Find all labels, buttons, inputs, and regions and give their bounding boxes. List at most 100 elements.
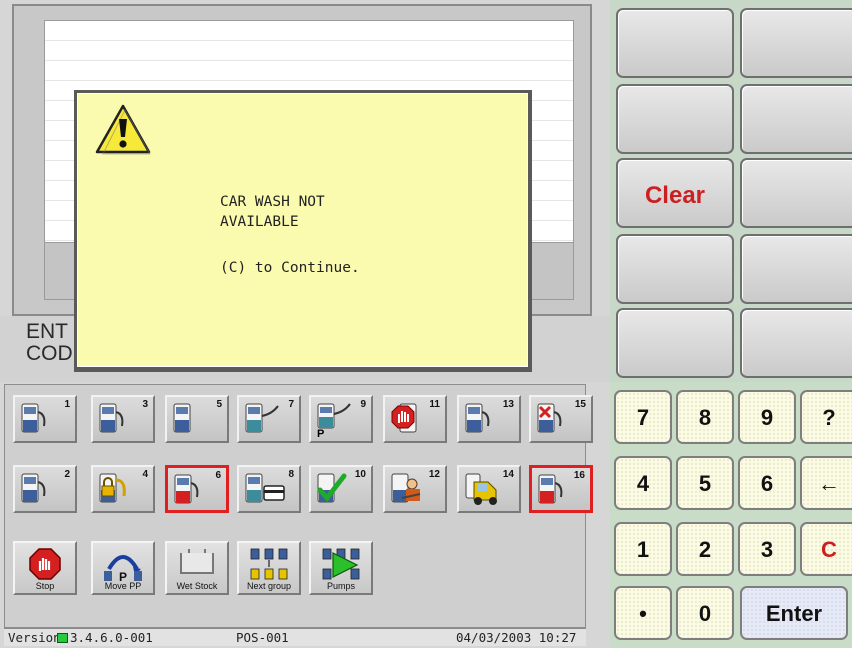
pump-number: 3 (142, 399, 148, 410)
terminal-id: POS-001 (236, 630, 289, 645)
pump-13-button[interactable]: 13 (457, 395, 521, 443)
fuel-pump-icon (465, 403, 490, 433)
function-key-10[interactable] (740, 308, 852, 378)
key-label: 3 (760, 537, 774, 562)
pump-3-button[interactable]: 3 (91, 395, 155, 443)
function-key-8[interactable] (740, 234, 852, 304)
next-group-label: Next group (246, 581, 292, 591)
pump-error-icon (537, 403, 562, 433)
pump-4-button[interactable]: 4 (91, 465, 155, 513)
key-label: Enter (765, 601, 823, 626)
backspace-arrow-icon: ← (818, 471, 840, 496)
connection-status-icon (57, 633, 68, 643)
pumps-label: Pumps (326, 581, 355, 591)
wet-stock-label: Wet Stock (176, 581, 218, 591)
key-label: ? (822, 405, 836, 430)
function-key-4[interactable] (740, 84, 852, 154)
pump-12-button[interactable]: 12 (383, 465, 447, 513)
pump-number: 7 (288, 399, 294, 410)
pump-number: 8 (288, 469, 294, 480)
dialog-body: CAR WASH NOT AVAILABLE (C) to Continue. (77, 93, 528, 367)
function-key-3[interactable] (616, 84, 734, 154)
pump-number: 14 (502, 469, 514, 480)
wet-stock-button[interactable]: Wet Stock (165, 541, 229, 595)
dialog-message-line-1: CAR WASH NOT (220, 194, 325, 210)
pos-main-area: ENT COD CAR WASH NOT AVAILABLE (C) to Co… (0, 0, 610, 648)
nozzle-lifted-icon (245, 403, 279, 433)
card-payment-icon (245, 473, 285, 503)
pump-number: 4 (142, 469, 148, 480)
fuel-pump-icon (538, 474, 563, 504)
pump-8-button[interactable]: 8 (237, 465, 301, 513)
key-5[interactable]: 5 (676, 456, 734, 510)
key-8[interactable]: 8 (676, 390, 734, 444)
move-pp-label: Move PP (104, 581, 142, 591)
move-pp-button[interactable]: P Move PP (91, 541, 155, 595)
pump-number: 16 (573, 470, 585, 481)
function-key-7[interactable] (616, 234, 734, 304)
key-help[interactable]: ? (800, 390, 852, 444)
move-prepay-icon: P (104, 555, 142, 583)
pump-group-icon (250, 548, 288, 580)
version-number: 3.4.6.0-001 (70, 630, 153, 645)
key-label: 1 (636, 537, 650, 562)
key-9[interactable]: 9 (738, 390, 796, 444)
locked-pump-icon (99, 473, 126, 503)
stop-sign-icon (29, 548, 61, 580)
stop-button[interactable]: Stop (13, 541, 77, 595)
fuel-pump-icon (21, 473, 46, 503)
status-datetime: 04/03/2003 10:27 (456, 630, 577, 645)
pump-16-button[interactable]: 16 (529, 465, 593, 513)
pump-7-button[interactable]: 7 (237, 395, 301, 443)
key-0[interactable]: 0 (676, 586, 734, 640)
service-technician-icon (391, 473, 421, 503)
pump-5-button[interactable]: 5 (165, 395, 229, 443)
pump-2-button[interactable]: 2 (13, 465, 77, 513)
function-key-9[interactable] (616, 308, 734, 378)
key-label: 8 (698, 405, 712, 430)
key-label: 6 (760, 471, 774, 496)
key-1[interactable]: 1 (614, 522, 672, 576)
pump-number: 11 (429, 399, 440, 410)
function-key-6[interactable] (740, 158, 852, 228)
warning-icon (95, 104, 151, 155)
pump-14-button[interactable]: 14 (457, 465, 521, 513)
enter-key[interactable]: Enter (740, 586, 848, 640)
stop-hand-icon (391, 403, 417, 433)
pump-15-button[interactable]: 15 (529, 395, 593, 443)
key-7[interactable]: 7 (614, 390, 672, 444)
function-key-2[interactable] (740, 8, 852, 78)
pump-number: 6 (215, 470, 221, 481)
pumps-button[interactable]: Pumps (309, 541, 373, 595)
numeric-keypad: 7 8 9 ? 4 5 6 ← 1 2 3 C • 0 Enter (610, 382, 852, 648)
pump-panel: 1 3 5 7 P 9 11 13 15 2 4 6 8 10 12 14 16… (4, 384, 593, 628)
status-bar: Version 3.4.6.0-001 POS-001 04/03/2003 1… (4, 628, 586, 646)
key-label: 7 (636, 405, 650, 430)
backspace-key[interactable]: ← (800, 456, 852, 510)
next-group-button[interactable]: Next group (237, 541, 301, 595)
pump-6-button[interactable]: 6 (165, 465, 229, 513)
key-2[interactable]: 2 (676, 522, 734, 576)
key-c-continue[interactable]: C (800, 522, 852, 576)
prompt-line-2: COD (26, 342, 73, 365)
checkmark-icon (317, 473, 347, 503)
key-3[interactable]: 3 (738, 522, 796, 576)
pump-number: 10 (354, 469, 366, 480)
forklift-vehicle-icon (465, 473, 497, 505)
car-wash-dialog[interactable]: CAR WASH NOT AVAILABLE (C) to Continue. (74, 90, 532, 372)
pump-number: 5 (216, 399, 222, 410)
prepay-badge: P (317, 428, 325, 440)
pump-9-button[interactable]: P 9 (309, 395, 373, 443)
key-label: 2 (698, 537, 712, 562)
pump-number: 9 (360, 399, 366, 410)
function-key-1[interactable] (616, 8, 734, 78)
key-label: 9 (760, 405, 774, 430)
pump-11-button[interactable]: 11 (383, 395, 447, 443)
clear-button[interactable]: Clear (616, 158, 734, 228)
key-6[interactable]: 6 (738, 456, 796, 510)
key-decimal[interactable]: • (614, 586, 672, 640)
pump-1-button[interactable]: 1 (13, 395, 77, 443)
key-label: C (821, 537, 837, 562)
pump-10-button[interactable]: 10 (309, 465, 373, 513)
key-4[interactable]: 4 (614, 456, 672, 510)
